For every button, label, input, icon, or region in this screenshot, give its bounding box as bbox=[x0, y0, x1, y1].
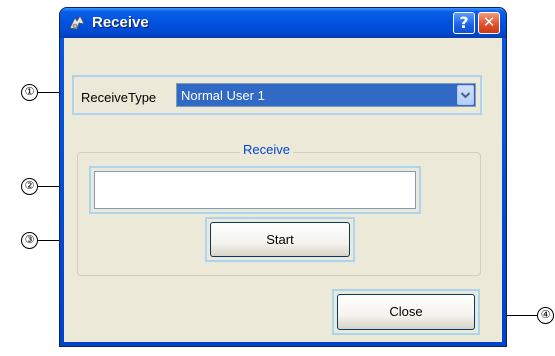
callout-1: ① bbox=[21, 84, 38, 101]
callout-2: ② bbox=[21, 178, 38, 195]
start-button[interactable]: Start bbox=[210, 222, 350, 257]
window-title: Receive bbox=[92, 14, 149, 31]
dialog-client-area: ReceiveType Normal User 1 Receive Start … bbox=[64, 38, 502, 342]
app-icon bbox=[68, 15, 86, 31]
window-close-button[interactable]: ✕ bbox=[478, 12, 500, 34]
dropdown-arrow-button[interactable] bbox=[457, 85, 474, 105]
callout-4: ④ bbox=[537, 307, 554, 324]
help-button[interactable]: ? bbox=[453, 12, 475, 34]
chevron-down-icon bbox=[460, 92, 471, 99]
close-button[interactable]: Close bbox=[337, 294, 475, 330]
receive-type-select[interactable]: Normal User 1 bbox=[176, 83, 476, 107]
callout-3: ③ bbox=[21, 232, 38, 249]
receive-type-label: ReceiveType bbox=[81, 90, 157, 105]
close-icon: ✕ bbox=[482, 13, 496, 31]
receive-dialog: Receive ? ✕ ReceiveType Normal User 1 Re… bbox=[59, 7, 507, 347]
title-bar[interactable]: Receive ? ✕ bbox=[60, 8, 506, 38]
receive-group-label: Receive bbox=[240, 142, 293, 157]
help-icon: ? bbox=[459, 13, 469, 32]
receive-type-value: Normal User 1 bbox=[181, 88, 265, 103]
receive-display-field[interactable] bbox=[94, 171, 416, 209]
